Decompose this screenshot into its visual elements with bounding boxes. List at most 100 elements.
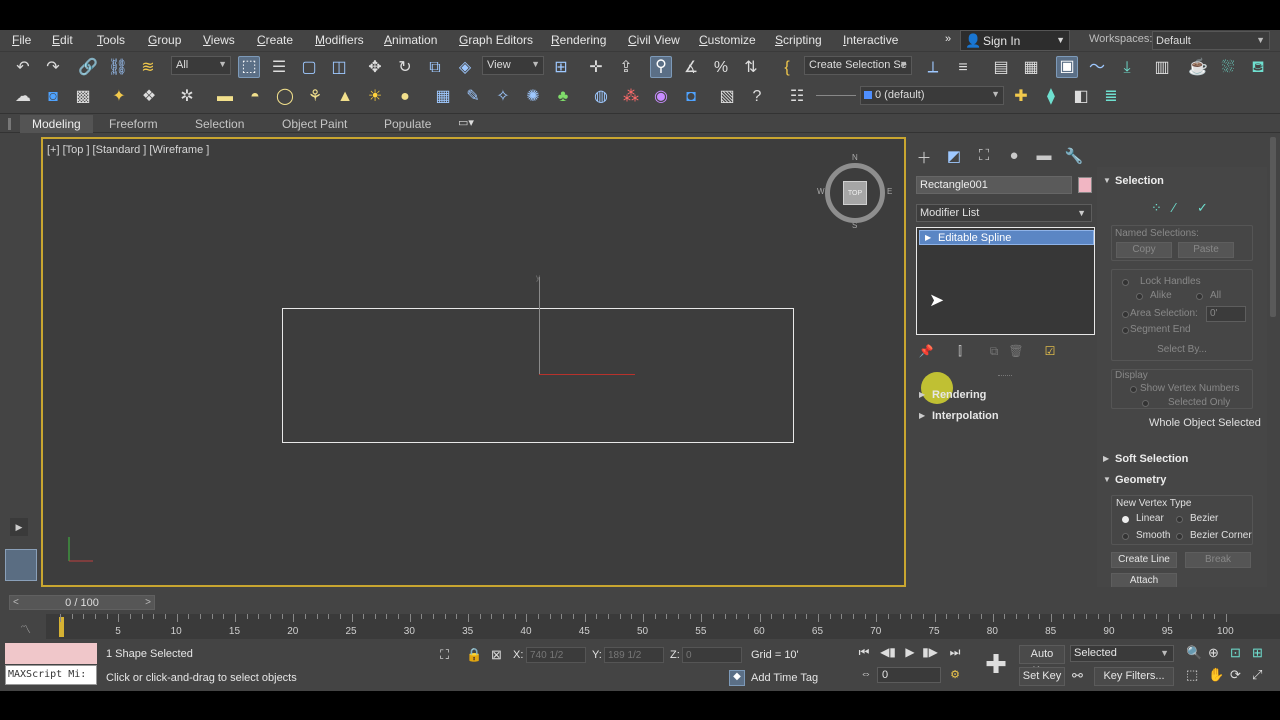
menu-tools[interactable]: Tools (97, 33, 125, 47)
select-layer-icon[interactable]: ◧ (1070, 86, 1092, 108)
remove-modifier-icon[interactable]: 🗑 (1008, 344, 1024, 360)
zoom-extents-icon[interactable]: ⊡ (1230, 645, 1241, 661)
bowl-icon[interactable]: ⚘ (304, 86, 326, 108)
maxscript-mini-listener[interactable]: MAXScript Mi: (5, 665, 97, 685)
viewport-top[interactable]: [+] [Top ] [Standard ] [Wireframe ] y N … (41, 137, 906, 587)
spinner-snap-icon[interactable]: ⇅ (740, 57, 762, 79)
menu-interactive[interactable]: Interactive (843, 33, 898, 47)
sign-in-dropdown[interactable]: 👤 Sign In ▼ (960, 30, 1070, 51)
undo-icon[interactable]: ↶ (12, 57, 34, 79)
set-key-button[interactable]: Set Key (1019, 667, 1065, 686)
menu-views[interactable]: Views (203, 33, 235, 47)
globe-icon[interactable]: ◍ (590, 86, 612, 108)
render-window-icon[interactable]: ▩ (72, 86, 94, 108)
spline-mode-icon[interactable]: ✓ (1197, 200, 1208, 216)
scene-explorer-icon[interactable]: ▤ (990, 57, 1012, 79)
set-key-mode-icon[interactable]: ✚ (981, 649, 1011, 679)
go-to-start-icon[interactable]: ⏮ (855, 645, 873, 663)
menu-animation[interactable]: Animation (384, 33, 437, 47)
edit-named-selection-icon[interactable]: { (776, 57, 798, 79)
align-icon[interactable]: ≡ (952, 57, 974, 79)
previous-frame-icon[interactable]: ◀▮ (879, 645, 897, 663)
menu-group[interactable]: Group (148, 33, 181, 47)
key-mode-icon[interactable]: ⚯ (1072, 668, 1083, 684)
light-icon[interactable]: ✦ (108, 86, 130, 108)
time-slider-next-icon[interactable]: > (145, 597, 151, 608)
smooth-radio[interactable] (1122, 533, 1129, 540)
attach-button[interactable]: Attach (1111, 573, 1177, 587)
vertex-mode-icon[interactable]: ⁘ (1151, 200, 1162, 216)
tab-object-paint[interactable]: Object Paint (282, 117, 347, 131)
add-to-layer-icon[interactable]: ⧫ (1040, 86, 1062, 108)
select-by-name-icon[interactable]: ☰ (268, 57, 290, 79)
scale-icon[interactable]: ⧉ (424, 57, 446, 79)
select-by-button[interactable]: Select By... (1142, 342, 1222, 358)
y-coordinate-field[interactable]: 189 1/2 (604, 647, 664, 663)
box-icon[interactable]: ▬ (214, 86, 236, 108)
go-to-end-icon[interactable]: ⏭ (946, 645, 964, 663)
auto-key-button[interactable]: Auto Key (1019, 645, 1065, 677)
paint-icon[interactable]: ✎ (462, 86, 484, 108)
unlink-icon[interactable]: ⛓ (107, 57, 129, 79)
rendered-frame-window-icon[interactable]: ⛆ (1217, 57, 1239, 79)
curve-editor-mini-icon[interactable]: 〽 (20, 621, 31, 637)
rollout-rendering[interactable]: ▶ Rendering (916, 387, 1092, 405)
render-production-icon[interactable]: ⛾ (1247, 57, 1269, 79)
clipboard-icon[interactable]: ▧ (716, 86, 738, 108)
window-crossing-icon[interactable]: ◫ (328, 57, 350, 79)
stack-item-editable-spline[interactable]: ▶ Editable Spline (919, 230, 1094, 245)
curve-editor-icon[interactable]: 〜 (1086, 57, 1108, 79)
area-selection-input[interactable]: 0' (1206, 306, 1246, 322)
network-icon[interactable]: ✧ (492, 86, 514, 108)
time-slider[interactable]: < 0 / 100 > (9, 595, 155, 610)
segment-mode-icon[interactable]: ⁄ (1173, 200, 1175, 215)
modifier-list-dropdown[interactable]: Modifier List ▼ (916, 204, 1092, 222)
break-button[interactable]: Break (1185, 552, 1251, 568)
create-tab-icon[interactable]: ＋ (914, 147, 934, 167)
motion-tab-icon[interactable]: ● (1004, 147, 1024, 167)
bezier-corner-radio[interactable] (1176, 533, 1183, 540)
sun-icon[interactable]: ☀ (364, 86, 386, 108)
tools-icon[interactable]: ✲ (176, 86, 198, 108)
rollout-geometry[interactable]: ▼ Geometry (1101, 472, 1263, 490)
maxscript-listener-output[interactable] (5, 643, 97, 664)
rectangle-shape[interactable] (282, 308, 794, 443)
percent-snap-icon[interactable]: % (710, 57, 732, 79)
render-setup-icon[interactable]: ☕ (1187, 57, 1209, 79)
schematic-view-icon[interactable]: ⤓ (1116, 57, 1138, 79)
alike-radio[interactable] (1136, 293, 1143, 300)
tab-populate[interactable]: Populate (384, 117, 431, 131)
paste-button[interactable]: Paste (1178, 242, 1234, 258)
time-configuration-icon[interactable]: ⚙ (946, 668, 964, 686)
viewcube-face[interactable]: TOP (843, 181, 867, 205)
keyboard-shortcut-icon[interactable]: ⇪ (615, 57, 637, 79)
lister-icon[interactable]: ❖ (138, 86, 160, 108)
snap-toggle-icon[interactable]: ⚲ (650, 56, 672, 78)
camera-icon[interactable]: ◘ (680, 86, 702, 108)
layer-explorer-icon[interactable]: ▦ (1020, 57, 1042, 79)
menu-modifiers[interactable]: Modifiers (315, 33, 364, 47)
rotate-icon[interactable]: ↻ (394, 57, 416, 79)
area-selection-checkbox[interactable] (1122, 311, 1129, 318)
particles-icon[interactable]: ⁂ (620, 86, 642, 108)
show-end-result-icon[interactable]: ⫿ (952, 344, 968, 360)
expand-layout-icon[interactable]: ▶ (10, 518, 28, 536)
orb-icon[interactable]: ● (394, 86, 416, 108)
orbit-icon[interactable]: ⟳ (1230, 667, 1241, 683)
selected-only-checkbox[interactable] (1142, 400, 1149, 407)
sphere-icon[interactable]: ◯ (274, 86, 296, 108)
absolute-transform-icon[interactable]: ⊠ (491, 647, 502, 663)
create-layer-icon[interactable]: ✚ (1010, 86, 1032, 108)
bezier-radio[interactable] (1176, 516, 1183, 523)
dome-icon[interactable]: ◓ (244, 86, 266, 108)
ribbon-options-icon[interactable]: ▭▾ (458, 116, 474, 129)
display-tab-icon[interactable]: ▬ (1034, 147, 1054, 167)
configure-modifier-sets-icon[interactable]: ☑ (1042, 344, 1058, 360)
time-tag-icon[interactable]: ◆ (729, 670, 745, 686)
viewcube[interactable]: N S W E TOP (817, 153, 892, 230)
pin-stack-icon[interactable]: 📌 (918, 344, 934, 360)
viewport-layout-thumbnail[interactable] (5, 549, 37, 581)
tab-modeling[interactable]: Modeling (20, 115, 93, 133)
modify-tab-icon[interactable]: ◩ (944, 147, 964, 167)
layer-stack-icon[interactable]: ≣ (1100, 86, 1122, 108)
